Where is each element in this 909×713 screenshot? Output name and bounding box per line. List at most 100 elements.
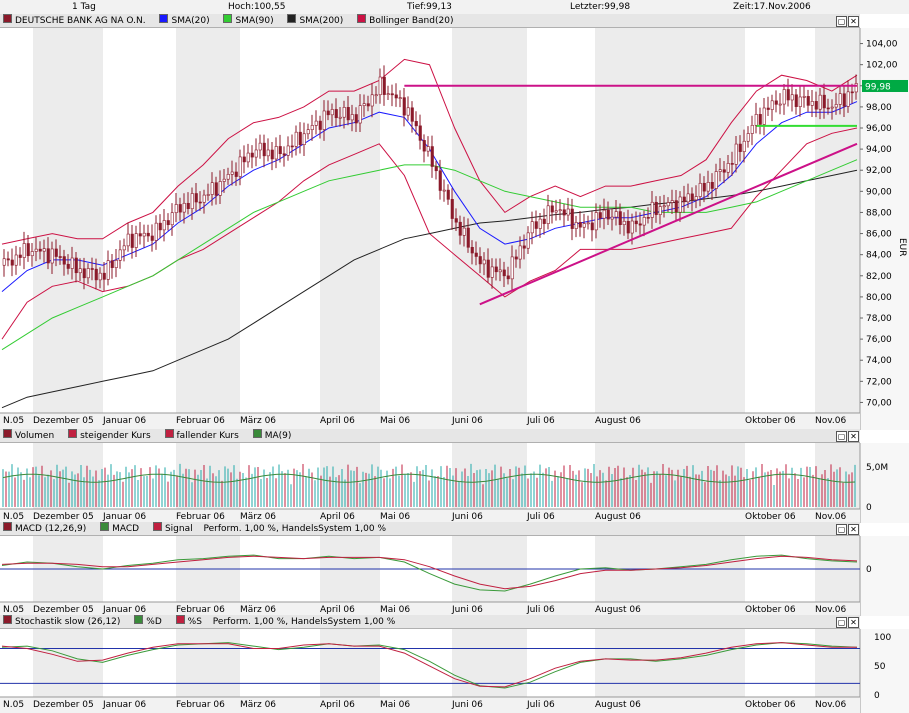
candle-body [475, 253, 478, 256]
candle-body [259, 143, 262, 150]
month-label: Februar 06 [176, 512, 225, 522]
candle-body [99, 273, 102, 280]
candle-body [187, 203, 190, 208]
restore-panel-icon[interactable]: ▢ [836, 16, 847, 27]
candle-body [419, 126, 422, 141]
month-label: Februar 06 [176, 416, 225, 426]
high-label: Hoch:100,55 [228, 0, 285, 14]
macd-ytick-label: 0 [866, 565, 872, 575]
stoch-close-icon[interactable]: ✕ [848, 617, 859, 628]
candle-body [283, 154, 286, 156]
month-label: Oktober 06 [745, 416, 796, 426]
candle-body [827, 108, 830, 109]
candle-body [331, 109, 334, 114]
candle-body [635, 221, 638, 224]
candle-body [371, 95, 374, 106]
price-ytick-label: 90,00 [866, 187, 892, 197]
candle-body [115, 260, 118, 267]
month-label: Dezember 05 [33, 512, 94, 522]
candle-body [839, 94, 842, 105]
candle-body [219, 181, 222, 195]
candle-body [183, 203, 186, 212]
month-label: Januar 06 [102, 416, 146, 426]
price-ytick-label: 94,00 [866, 145, 892, 155]
candle-body [239, 157, 242, 177]
candle-body [567, 209, 570, 215]
candle-body [271, 150, 274, 159]
candle-body [95, 269, 98, 280]
candle-body [303, 134, 306, 145]
candle-body [39, 249, 42, 251]
month-label: Juli 06 [526, 416, 555, 426]
month-label: April 06 [320, 512, 355, 522]
candle-body [431, 147, 434, 167]
candle-body [171, 213, 174, 225]
ma9-legend-swatch [253, 429, 262, 438]
volume-close-icon[interactable]: ✕ [848, 431, 859, 442]
candle-body [383, 77, 386, 95]
stoch-restore-icon[interactable]: ▢ [836, 617, 847, 628]
month-label: April 06 [320, 416, 355, 426]
candle-body [775, 101, 778, 105]
month-label: Nov.06 [815, 416, 846, 426]
price-ytick-label: 70,00 [866, 398, 892, 408]
candle-body [715, 172, 718, 189]
macd-legend-swatch [3, 522, 12, 531]
candle-body [519, 246, 522, 259]
candle-body [815, 101, 818, 109]
candle-body [823, 95, 826, 108]
close-panel-icon[interactable]: ✕ [848, 16, 859, 27]
sma20-legend-swatch [159, 14, 168, 23]
falling-legend-swatch [165, 429, 174, 438]
candle-body [287, 146, 290, 155]
candle-body [35, 249, 38, 251]
candle-body [483, 260, 486, 264]
month-label: Februar 06 [176, 605, 225, 615]
candle-body [315, 121, 318, 125]
month-label: März 06 [240, 700, 276, 710]
candle-body [799, 97, 802, 107]
candle-body [263, 143, 266, 156]
month-label: Februar 06 [176, 700, 225, 710]
month-label: Juni 06 [451, 416, 483, 426]
candle-body [847, 92, 850, 106]
candle-body [683, 197, 686, 202]
price-month-shade [815, 28, 860, 430]
month-label: Mai 06 [380, 416, 410, 426]
candle-body [11, 260, 14, 265]
candle-body [655, 202, 658, 214]
legend-stoch-s: %S [188, 617, 202, 627]
candle-body [83, 269, 86, 278]
candle-body [27, 244, 30, 256]
candle-body [55, 249, 58, 257]
candle-body [659, 207, 662, 215]
month-label: Oktober 06 [745, 512, 796, 522]
legend-bollinger: Bollinger Band(20) [369, 16, 453, 26]
sma200-legend-swatch [287, 14, 296, 23]
candle-body [347, 107, 350, 120]
candle-body [323, 111, 326, 130]
candle-body [107, 261, 110, 280]
candle-body [203, 195, 206, 202]
legend-signal: Signal [165, 524, 193, 534]
candle-body [191, 194, 194, 209]
interval-label: 1 Tag [72, 0, 96, 14]
price-legend-swatch [3, 14, 12, 23]
candle-body [755, 114, 758, 125]
price-month-shade [595, 28, 745, 430]
candle-body [335, 109, 338, 117]
candle-body [215, 183, 218, 196]
macd-close-icon[interactable]: ✕ [848, 524, 859, 535]
price-ytick-label: 78,00 [866, 314, 892, 324]
candle-body [167, 220, 170, 224]
month-label: Dezember 05 [33, 416, 94, 426]
month-label: Juli 06 [526, 700, 555, 710]
candle-body [403, 98, 406, 116]
candle-body [75, 258, 78, 273]
candle-body [651, 202, 654, 217]
candle-body [559, 210, 562, 211]
candle-body [231, 172, 234, 174]
volume-restore-icon[interactable]: ▢ [836, 431, 847, 442]
macd-restore-icon[interactable]: ▢ [836, 524, 847, 535]
candle-body [719, 170, 722, 172]
